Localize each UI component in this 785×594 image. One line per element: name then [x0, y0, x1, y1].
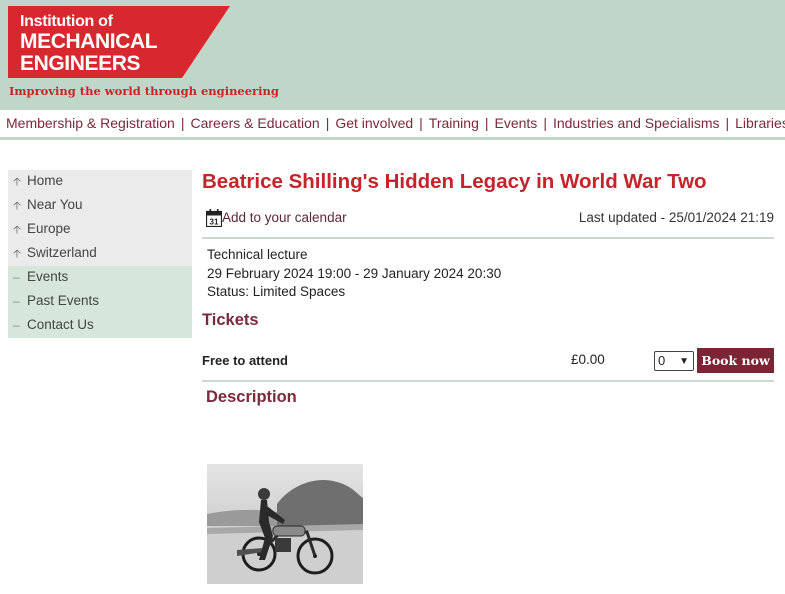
site-tagline: Improving the world through engineering: [9, 84, 279, 98]
sidebar: 🡡 Home 🡡 Near You 🡡 Europe 🡡 Switzerland – Ev…: [8, 170, 192, 338]
sidebar-item-label: Past Events: [27, 293, 100, 308]
sidebar-item-contact-us[interactable]: – Contact Us: [8, 314, 192, 338]
sidebar-item-past-events[interactable]: – Past Events: [8, 290, 192, 314]
nav-membership[interactable]: Membership & Registration: [6, 115, 175, 131]
event-photo: [207, 464, 363, 584]
chevron-down-icon: ▼: [679, 355, 689, 367]
ticket-quantity-select[interactable]: 0 ▼: [654, 350, 694, 371]
ticket-row: Free to attend £0.00 0 ▼ Book now: [202, 345, 774, 375]
sidebar-item-home[interactable]: 🡡 Home: [8, 170, 192, 194]
nav-separator: |: [180, 115, 185, 131]
sidebar-item-label: Events: [27, 269, 69, 284]
nav-events[interactable]: Events: [495, 115, 538, 131]
arrow-up-icon: 🡡: [13, 248, 21, 260]
sidebar-item-events[interactable]: – Events: [8, 266, 192, 290]
sidebar-item-label: Near You: [27, 197, 83, 212]
imeche-logo[interactable]: Institution of MECHANICAL ENGINEERS: [8, 6, 230, 78]
arrow-up-icon: 🡡: [13, 176, 21, 188]
add-to-calendar-link[interactable]: Add to your calendar: [222, 210, 347, 225]
dash-icon: –: [13, 294, 20, 308]
nav-libraries[interactable]: Libraries &: [735, 115, 785, 131]
description-heading: Description: [206, 387, 297, 406]
event-dates: 29 February 2024 19:00 - 29 January 2024…: [207, 265, 502, 281]
nav-separator: |: [325, 115, 330, 131]
nav-get-involved[interactable]: Get involved: [335, 115, 413, 131]
calendar-row: 31 Add to your calendar Last updated - 2…: [202, 209, 774, 233]
nav-industries[interactable]: Industries and Specialisms: [553, 115, 720, 131]
event-status: Status: Limited Spaces: [207, 284, 346, 299]
site-header: Institution of MECHANICAL ENGINEERS Impr…: [0, 0, 785, 110]
arrow-up-icon: 🡡: [13, 224, 21, 236]
ticket-quantity-value: 0: [658, 352, 666, 368]
dash-icon: –: [13, 270, 20, 284]
nav-separator: |: [725, 115, 730, 131]
event-content: Beatrice Shilling's Hidden Legacy in Wor…: [202, 170, 774, 584]
nav-training[interactable]: Training: [429, 115, 479, 131]
event-type: Technical lecture: [207, 247, 308, 262]
ticket-label: Free to attend: [202, 352, 288, 368]
sidebar-item-label: Europe: [27, 221, 71, 236]
main-navigation: Membership & Registration | Careers & Educ…: [0, 110, 785, 140]
sidebar-item-label: Switzerland: [27, 245, 97, 260]
calendar-icon-day: 31: [210, 218, 219, 227]
nav-separator: |: [543, 115, 547, 131]
sidebar-item-switzerland[interactable]: 🡡 Switzerland: [8, 242, 192, 266]
last-updated: Last updated - 25/01/2024 21:19: [578, 210, 774, 225]
logo-line2: MECHANICAL: [20, 30, 158, 53]
page-title: Beatrice Shilling's Hidden Legacy in Wor…: [202, 170, 707, 193]
book-now-button[interactable]: Book now: [697, 347, 774, 373]
sidebar-item-near-you[interactable]: 🡡 Near You: [8, 194, 192, 218]
sidebar-item-label: Home: [27, 173, 64, 188]
dash-icon: –: [13, 318, 20, 332]
nav-separator: |: [419, 115, 423, 131]
event-info: Technical lecture 29 February 2024 19:00…: [202, 239, 774, 302]
logo-line1: Institution of: [20, 13, 113, 30]
sidebar-item-label: Contact Us: [27, 317, 94, 332]
ticket-price: £0.00: [571, 351, 605, 367]
logo-line3: ENGINEERS: [20, 52, 141, 75]
sidebar-item-europe[interactable]: 🡡 Europe: [8, 218, 192, 242]
arrow-up-icon: 🡡: [13, 200, 21, 212]
nav-careers[interactable]: Careers & Education: [191, 115, 320, 131]
nav-separator: |: [484, 115, 489, 131]
tickets-heading: Tickets: [202, 310, 259, 329]
calendar-icon[interactable]: 31: [206, 209, 222, 227]
divider: [202, 379, 774, 382]
